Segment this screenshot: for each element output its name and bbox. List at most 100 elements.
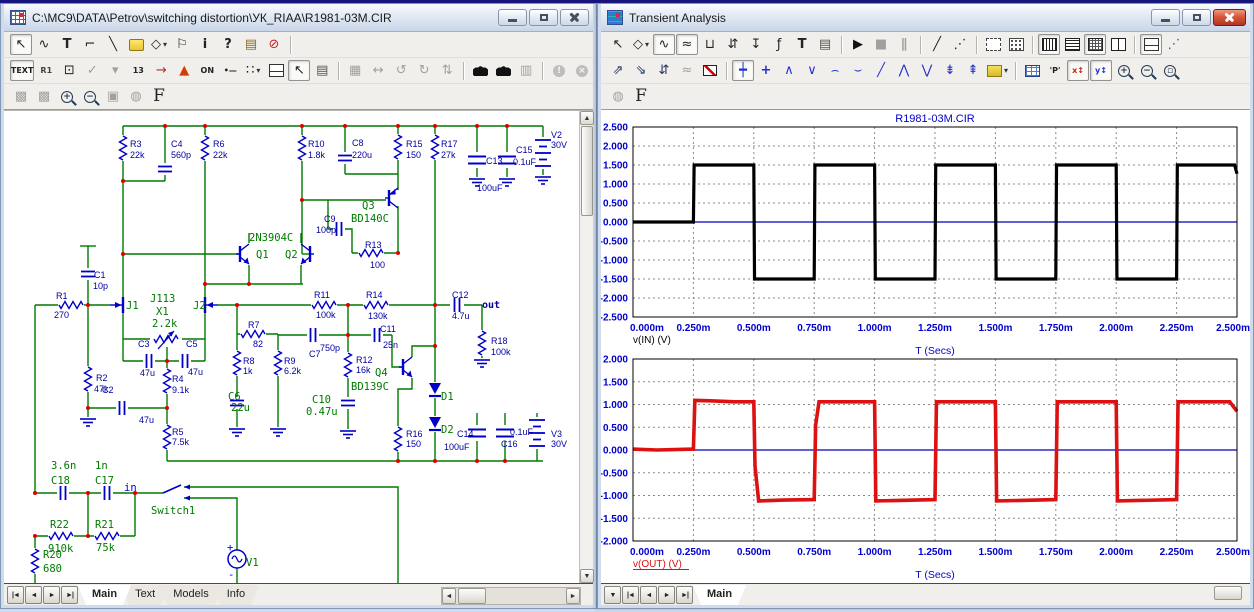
panel-grid[interactable] xyxy=(1084,34,1106,55)
globe[interactable]: ◍ xyxy=(607,86,629,107)
grid-display[interactable]: ∷▾ xyxy=(242,60,264,81)
analysis-scroll-thumb[interactable] xyxy=(1214,586,1242,600)
find-part[interactable] xyxy=(469,60,491,81)
smooth[interactable]: ≈ xyxy=(676,60,698,81)
restore-button[interactable] xyxy=(1182,9,1211,26)
prev-tab-button[interactable]: ◄ xyxy=(640,586,657,604)
border-display[interactable] xyxy=(265,60,287,81)
info-window[interactable]: ▥ xyxy=(515,60,537,81)
zoom-box-mode[interactable]: ⊔ xyxy=(699,34,721,55)
info-mode[interactable]: i xyxy=(194,34,216,55)
tab-info[interactable]: Info xyxy=(213,585,259,605)
camera[interactable]: ▣ xyxy=(102,86,124,107)
schematic-titlebar[interactable]: C:\MC9\DATA\Petrov\switching distortion\… xyxy=(4,4,593,32)
schematic-horizontal-scrollbar[interactable]: ◄ ► xyxy=(441,587,581,605)
draw-polyline[interactable]: ⋰ xyxy=(949,34,971,55)
text-stamp[interactable]: TEXT xyxy=(10,60,34,81)
tab-list-dropdown-button[interactable]: ▼ xyxy=(604,586,621,604)
envelope-top[interactable]: ⇞ xyxy=(962,60,984,81)
analysis-titlebar[interactable]: Transient Analysis xyxy=(601,4,1250,32)
next-rise[interactable]: ⇗ xyxy=(607,60,629,81)
first-tab-button[interactable]: |◄ xyxy=(622,586,639,604)
waveform-buffer[interactable]: ▾ xyxy=(985,60,1010,81)
attribute-display[interactable]: R1 xyxy=(35,60,57,81)
help-mode[interactable]: ? xyxy=(217,34,239,55)
waveform-canvas[interactable]: 2.5002.0001.5001.0000.5000.000-0.500-1.0… xyxy=(601,110,1250,583)
last-tab-button[interactable]: ►| xyxy=(61,586,78,604)
font-label[interactable]: F xyxy=(630,86,652,107)
tab-main[interactable]: Main xyxy=(78,585,131,605)
default-component[interactable] xyxy=(125,34,147,55)
print-values[interactable]: 'P' xyxy=(1044,60,1066,81)
x-axis-settings[interactable]: x↕ xyxy=(1067,60,1089,81)
go-high[interactable]: ⌢ xyxy=(824,60,846,81)
vertical-tag[interactable]: ⇵ xyxy=(722,34,744,55)
rotate-cw[interactable]: ↻ xyxy=(413,60,435,81)
zoom-area[interactable]: ▫ xyxy=(1159,60,1181,81)
next-tab-button[interactable]: ► xyxy=(658,586,675,604)
minimize-button[interactable] xyxy=(1151,9,1180,26)
go-inflection[interactable]: ╱ xyxy=(870,60,892,81)
horizontal-scroll-thumb[interactable] xyxy=(458,588,486,604)
pin-numbers[interactable]: 13 xyxy=(127,60,149,81)
tab-models[interactable]: Models xyxy=(159,585,222,605)
stop[interactable]: ■ xyxy=(870,34,892,55)
go-peak[interactable]: ∧ xyxy=(778,60,800,81)
current-display[interactable]: → xyxy=(150,60,172,81)
digital-path[interactable]: ▤ xyxy=(240,34,262,55)
select-all[interactable]: ▦ xyxy=(344,60,366,81)
find-curve[interactable]: ◇▾ xyxy=(630,34,652,55)
pick-cursor[interactable]: ↖ xyxy=(288,60,310,81)
go-low[interactable]: ⌣ xyxy=(847,60,869,81)
wire-mode[interactable]: ∿ xyxy=(33,34,55,55)
select-region[interactable] xyxy=(982,34,1004,55)
ortho-wire-mode[interactable]: ⌐ xyxy=(79,34,101,55)
horizontal-tag[interactable]: ↧ xyxy=(745,34,767,55)
state-display[interactable]: ON xyxy=(196,60,218,81)
zoom-out[interactable]: − xyxy=(1136,60,1158,81)
cursor-point[interactable]: + xyxy=(755,60,777,81)
run[interactable]: ▶ xyxy=(847,34,869,55)
select-mode[interactable]: ↖ xyxy=(607,34,629,55)
scroll-up-button[interactable]: ▲ xyxy=(580,111,594,125)
last-tab-button[interactable]: ►| xyxy=(676,586,693,604)
next-fall[interactable]: ⇘ xyxy=(630,60,652,81)
waveform-buffer-dropdown-icon[interactable]: ▾ xyxy=(1004,66,1008,75)
stretch-wires[interactable]: ↔ xyxy=(367,60,389,81)
draw-line[interactable]: ╱ xyxy=(926,34,948,55)
restore-button[interactable] xyxy=(529,9,558,26)
rotate-ccw[interactable]: ↺ xyxy=(390,60,412,81)
global-high[interactable]: ⋀ xyxy=(893,60,915,81)
performance-tag[interactable]: ƒ xyxy=(768,34,790,55)
find-text[interactable] xyxy=(492,60,514,81)
zoom-out[interactable]: − xyxy=(79,86,101,107)
vip-display[interactable]: ✓ xyxy=(81,60,103,81)
find-component[interactable]: ◇▾ xyxy=(148,34,170,55)
go-valley[interactable]: ∨ xyxy=(801,60,823,81)
flip-vertical[interactable]: ⇅ xyxy=(436,60,458,81)
horizontal-scroll-track[interactable] xyxy=(456,588,566,604)
schematic-vertical-scrollbar[interactable]: ▲ ▼ xyxy=(579,111,593,583)
power-display[interactable]: ▲ xyxy=(173,60,195,81)
scale-mode[interactable]: ∿ xyxy=(653,34,675,55)
text-mode[interactable]: T xyxy=(791,34,813,55)
text-mode[interactable]: T xyxy=(56,34,78,55)
data-points[interactable] xyxy=(1005,34,1027,55)
tag-slope[interactable]: ⋰ xyxy=(1163,34,1185,55)
help-badge[interactable]: ! xyxy=(548,60,570,81)
global-low[interactable]: ⋁ xyxy=(916,60,938,81)
xy-plot[interactable] xyxy=(699,60,721,81)
copy-to-clipboard[interactable]: ▩ xyxy=(10,86,32,107)
copy-picture[interactable]: ▩ xyxy=(33,86,55,107)
pause[interactable]: ∥ xyxy=(893,34,915,55)
cursor-mode[interactable]: ≈ xyxy=(676,34,698,55)
close-button[interactable] xyxy=(560,9,589,26)
zoom-in[interactable]: + xyxy=(56,86,78,107)
numeric-output[interactable] xyxy=(1021,60,1043,81)
first-tab-button[interactable]: |◄ xyxy=(7,586,24,604)
minimize-button[interactable] xyxy=(498,9,527,26)
split-panes[interactable] xyxy=(1140,34,1162,55)
scroll-down-button[interactable]: ▼ xyxy=(580,569,594,583)
flag-mode[interactable]: ⚐ xyxy=(171,34,193,55)
font-label[interactable]: F xyxy=(148,86,170,107)
